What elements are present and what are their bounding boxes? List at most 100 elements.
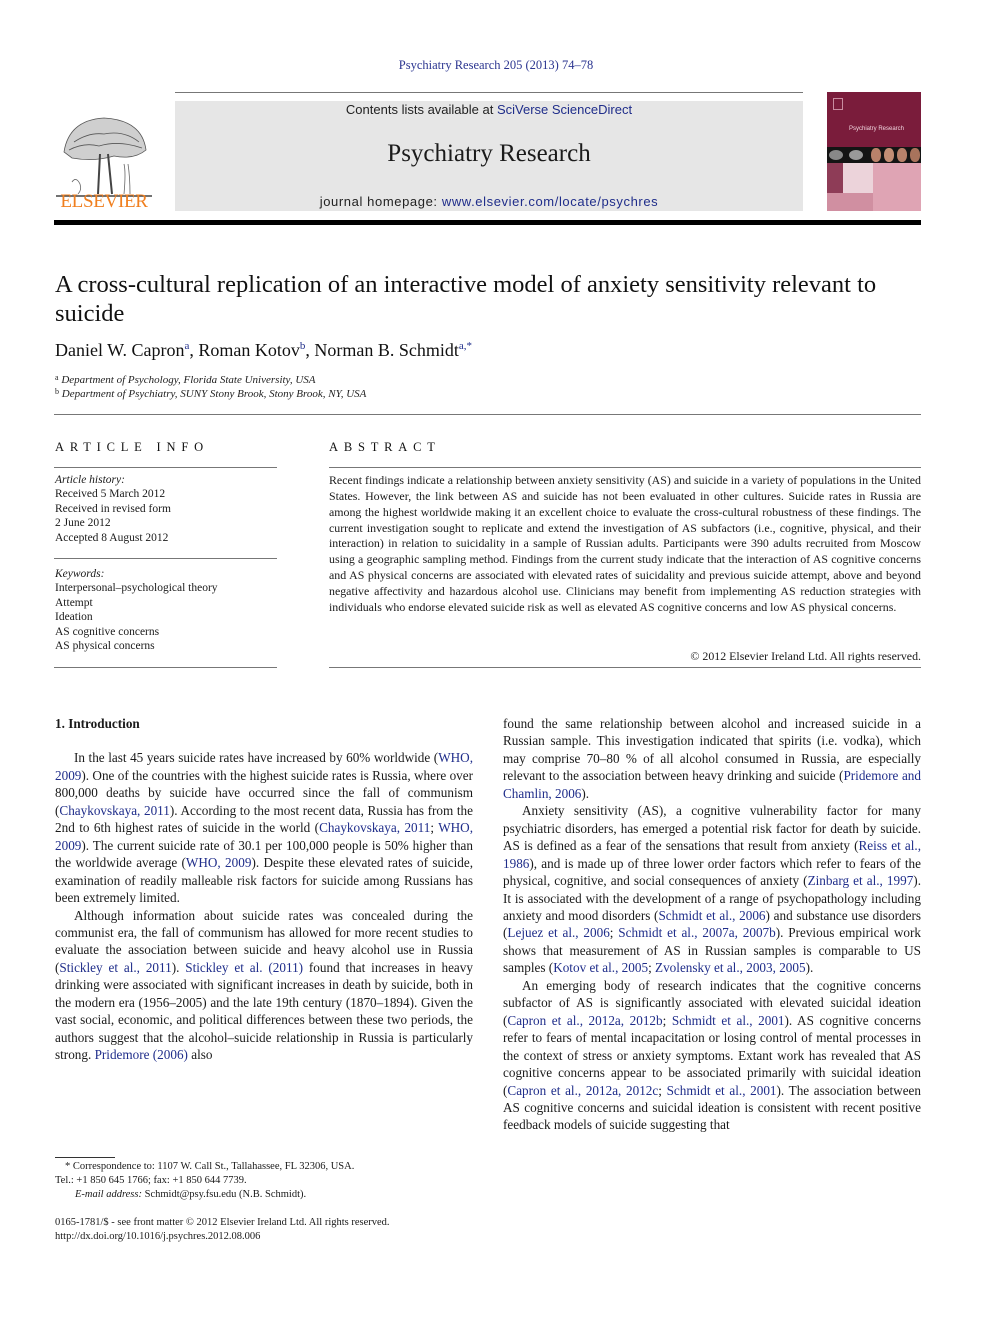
author-name[interactable]: Norman B. Schmidt: [314, 340, 459, 360]
citation-link[interactable]: Schmidt et al., 2007a, 2007b: [618, 925, 775, 940]
affiliation-marker: a: [55, 373, 59, 382]
body-paragraph: In the last 45 years suicide rates have …: [55, 749, 473, 906]
divider: [54, 558, 277, 559]
journal-homepage-link[interactable]: www.elsevier.com/locate/psychres: [442, 194, 658, 209]
journal-cover-thumbnail[interactable]: Psychiatry Research: [827, 92, 921, 211]
contents-availability-line: Contents lists available at SciVerse Sci…: [175, 102, 803, 117]
face-icon: [884, 148, 894, 162]
citation-link[interactable]: Schmidt et al., 2001: [667, 1083, 777, 1098]
header-top-rule: [175, 92, 803, 93]
body-text: ).: [171, 959, 186, 975]
journal-homepage-line: journal homepage: www.elsevier.com/locat…: [175, 194, 803, 209]
doi-link[interactable]: http://dx.doi.org/10.1016/j.psychres.201…: [55, 1230, 485, 1244]
email-label: E-mail address:: [75, 1189, 142, 1201]
author-affiliation-marker[interactable]: a: [184, 340, 189, 352]
section-heading-introduction: 1. Introduction: [55, 716, 140, 731]
citation-link[interactable]: Chaykovskaya, 2011: [59, 803, 169, 818]
abstract-heading: ABSTRACT: [329, 440, 441, 454]
author-affiliation-marker[interactable]: a,*: [459, 340, 472, 352]
cover-tile: [827, 163, 843, 193]
history-item: Accepted 8 August 2012: [55, 531, 169, 544]
correspondence-email-line: E-mail address: Schmidt@psy.fsu.edu (N.B…: [55, 1188, 475, 1202]
body-paragraph: An emerging body of research indicates t…: [503, 977, 921, 1134]
author-affiliation-marker[interactable]: b: [300, 340, 306, 352]
email-address[interactable]: Schmidt@psy.fsu.edu (N.B. Schmidt).: [142, 1189, 307, 1200]
body-text: ).: [581, 785, 590, 801]
citation-link[interactable]: Kotov et al., 2005: [553, 960, 648, 975]
front-matter: 0165-1781/$ - see front matter © 2012 El…: [55, 1216, 485, 1244]
body-text: ;: [658, 1082, 667, 1098]
body-column-left: 1. Introduction In the last 45 years sui…: [55, 715, 473, 1064]
correspondence-address: * Correspondence to: 1107 W. Call St., T…: [65, 1161, 355, 1172]
abstract-copyright: © 2012 Elsevier Ireland Ltd. All rights …: [690, 649, 921, 663]
header-thick-rule: [54, 220, 921, 225]
author-list: Daniel W. Caprona, Roman Kotovb, Norman …: [55, 340, 473, 360]
divider: [54, 667, 277, 668]
citation-link[interactable]: Capron et al., 2012a, 2012b: [507, 1013, 662, 1028]
keywords-label: Keywords:: [55, 568, 105, 580]
author-name[interactable]: Roman Kotov: [198, 340, 300, 360]
body-text: ;: [662, 1012, 672, 1028]
paragraph-container: found the same relationship between alco…: [503, 715, 921, 1134]
citation-link[interactable]: Capron et al., 2012a, 2012c: [507, 1083, 658, 1098]
history-label: Article history:: [55, 474, 125, 486]
cover-logo-icon: [833, 98, 843, 110]
keyword-item: AS cognitive concerns: [55, 625, 160, 638]
journal-citation-header[interactable]: Psychiatry Research 205 (2013) 74–78: [0, 58, 992, 73]
divider: [329, 467, 921, 468]
abstract-text: Recent findings indicate a relationship …: [329, 473, 921, 614]
keyword-item: Attempt: [55, 596, 93, 609]
body-paragraph: Although information about suicide rates…: [55, 907, 473, 1064]
affiliation-marker: b: [55, 387, 59, 396]
body-column-right: found the same relationship between alco…: [503, 715, 921, 1134]
citation-link[interactable]: Zinbarg et al., 1997: [808, 873, 914, 888]
history-item: Received 5 March 2012: [55, 488, 166, 501]
citation-link[interactable]: Stickley et al. (2011): [185, 960, 303, 975]
correspondence-footnote: * Correspondence to: 1107 W. Call St., T…: [55, 1160, 475, 1203]
cover-tile: [843, 163, 873, 193]
brain-scan-icon: [829, 150, 843, 160]
cover-tile: [873, 163, 921, 211]
keyword-item: Interpersonal–psychological theory: [55, 582, 218, 595]
body-text: ;: [648, 960, 656, 976]
author-name[interactable]: Daniel W. Capron: [55, 340, 184, 360]
affiliation: b Department of Psychiatry, SUNY Stony B…: [55, 387, 366, 400]
keyword-item: AS physical concerns: [55, 640, 155, 653]
citation-link[interactable]: Lejuez et al., 2006: [507, 925, 609, 940]
citation-link[interactable]: Schmidt et al., 2006: [658, 908, 765, 923]
journal-name: Psychiatry Research: [387, 140, 591, 167]
body-text: In the last 45 years suicide rates have …: [74, 750, 439, 766]
contents-prefix: Contents lists available at: [345, 102, 497, 117]
keyword-item: Ideation: [55, 611, 93, 624]
citation-link[interactable]: WHO, 2009: [186, 855, 252, 870]
citation-link[interactable]: Pridemore (2006): [95, 1047, 188, 1062]
citation-link[interactable]: Stickley et al., 2011: [59, 960, 171, 975]
history-item: Received in revised form: [55, 502, 171, 515]
cover-collage: [827, 163, 921, 211]
body-text: ).: [805, 960, 814, 976]
homepage-prefix: journal homepage:: [319, 194, 442, 209]
body-paragraph: Anxiety sensitivity (AS), a cognitive vu…: [503, 802, 921, 977]
face-icon: [910, 148, 920, 162]
citation-link[interactable]: Schmidt et al., 2001: [672, 1013, 785, 1028]
affiliation-text: Department of Psychology, Florida State …: [61, 374, 316, 386]
divider: [54, 467, 277, 468]
body-text: also: [187, 1047, 213, 1063]
face-icon: [897, 148, 907, 162]
sciencedirect-link[interactable]: SciVerse ScienceDirect: [497, 102, 632, 117]
face-icon: [871, 148, 881, 162]
history-item: 2 June 2012: [55, 517, 111, 530]
brain-scan-icon: [849, 150, 863, 160]
affiliation: a Department of Psychology, Florida Stat…: [55, 373, 316, 386]
citation-link[interactable]: Zvolensky et al., 2003, 2005: [655, 960, 806, 975]
keywords: Keywords: Interpersonal–psychological th…: [55, 567, 218, 653]
elsevier-wordmark[interactable]: ELSEVIER: [54, 191, 154, 213]
paragraph-container: In the last 45 years suicide rates have …: [55, 749, 473, 1063]
cover-image-band: [827, 147, 921, 163]
affiliation-text: Department of Psychiatry, SUNY Stony Bro…: [61, 388, 367, 400]
citation-link[interactable]: Chaykovskaya, 2011: [319, 820, 430, 835]
paper-title: A cross-cultural replication of an inter…: [55, 271, 877, 327]
divider: [329, 667, 921, 668]
cover-title: Psychiatry Research: [849, 126, 905, 132]
issn-line: 0165-1781/$ - see front matter © 2012 El…: [55, 1217, 390, 1228]
